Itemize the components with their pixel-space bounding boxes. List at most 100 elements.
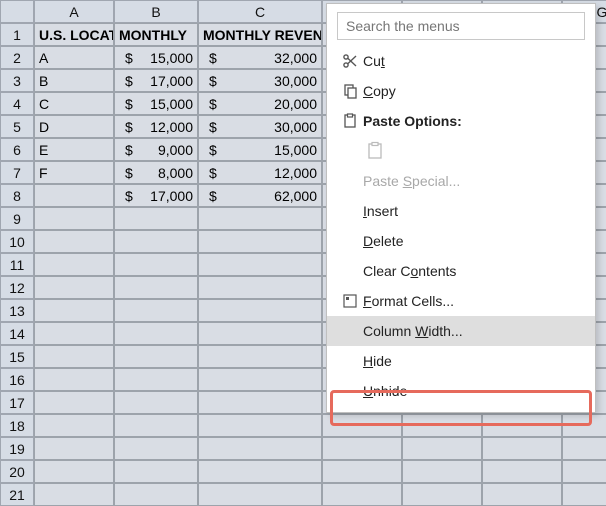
- menu-copy[interactable]: Copy: [327, 76, 595, 106]
- cell[interactable]: [34, 184, 114, 207]
- cell[interactable]: $12,000: [114, 115, 198, 138]
- cell[interactable]: [198, 414, 322, 437]
- row-header[interactable]: 6: [0, 138, 34, 161]
- column-header[interactable]: C: [198, 0, 322, 23]
- menu-clear-contents[interactable]: Clear Contents: [327, 256, 595, 286]
- cell[interactable]: [34, 253, 114, 276]
- cell[interactable]: [482, 414, 562, 437]
- row-header[interactable]: 4: [0, 92, 34, 115]
- cell[interactable]: [34, 207, 114, 230]
- cell[interactable]: [34, 391, 114, 414]
- cell[interactable]: B: [34, 69, 114, 92]
- cell[interactable]: [34, 322, 114, 345]
- cell[interactable]: $8,000: [114, 161, 198, 184]
- row-header[interactable]: 8: [0, 184, 34, 207]
- row-header[interactable]: 21: [0, 483, 34, 506]
- cell[interactable]: [34, 299, 114, 322]
- cell[interactable]: [114, 414, 198, 437]
- cell[interactable]: [114, 322, 198, 345]
- cell[interactable]: [34, 414, 114, 437]
- cell[interactable]: [322, 437, 402, 460]
- cell[interactable]: [114, 230, 198, 253]
- cell[interactable]: [402, 414, 482, 437]
- cell[interactable]: [198, 437, 322, 460]
- cell[interactable]: [114, 207, 198, 230]
- cell[interactable]: [34, 437, 114, 460]
- cell[interactable]: $9,000: [114, 138, 198, 161]
- cell[interactable]: [114, 437, 198, 460]
- cell[interactable]: MONTHLY: [114, 23, 198, 46]
- cell[interactable]: $15,000: [114, 46, 198, 69]
- cell[interactable]: $12,000: [198, 161, 322, 184]
- row-header[interactable]: 12: [0, 276, 34, 299]
- cell[interactable]: [322, 414, 402, 437]
- row-header[interactable]: 14: [0, 322, 34, 345]
- cell[interactable]: [34, 483, 114, 506]
- row-header[interactable]: 1: [0, 23, 34, 46]
- cell[interactable]: [114, 460, 198, 483]
- cell[interactable]: [114, 299, 198, 322]
- cell[interactable]: U.S. LOCATIONS: [34, 23, 114, 46]
- menu-insert[interactable]: Insert: [327, 196, 595, 226]
- cell[interactable]: $15,000: [114, 92, 198, 115]
- cell[interactable]: [34, 460, 114, 483]
- cell[interactable]: [34, 276, 114, 299]
- cell[interactable]: [402, 437, 482, 460]
- row-header[interactable]: 9: [0, 207, 34, 230]
- cell[interactable]: [562, 437, 606, 460]
- menu-format-cells[interactable]: Format Cells...: [327, 286, 595, 316]
- cell[interactable]: $30,000: [198, 115, 322, 138]
- cell[interactable]: [198, 391, 322, 414]
- cell[interactable]: $20,000: [198, 92, 322, 115]
- menu-search-input[interactable]: Search the menus: [337, 12, 585, 40]
- menu-column-width[interactable]: Column Width...: [327, 316, 595, 346]
- cell[interactable]: [34, 368, 114, 391]
- cell[interactable]: [198, 345, 322, 368]
- cell[interactable]: [198, 253, 322, 276]
- row-header[interactable]: 11: [0, 253, 34, 276]
- cell[interactable]: A: [34, 46, 114, 69]
- cell[interactable]: [114, 391, 198, 414]
- menu-paste-default[interactable]: [327, 136, 595, 166]
- select-all-corner[interactable]: [0, 0, 34, 23]
- row-header[interactable]: 16: [0, 368, 34, 391]
- cell[interactable]: [402, 460, 482, 483]
- cell[interactable]: $15,000: [198, 138, 322, 161]
- cell[interactable]: [562, 460, 606, 483]
- cell[interactable]: [562, 414, 606, 437]
- cell[interactable]: $32,000: [198, 46, 322, 69]
- cell[interactable]: [322, 483, 402, 506]
- row-header[interactable]: 5: [0, 115, 34, 138]
- cell[interactable]: [198, 230, 322, 253]
- cell[interactable]: [114, 345, 198, 368]
- row-header[interactable]: 2: [0, 46, 34, 69]
- menu-cut[interactable]: Cut: [327, 46, 595, 76]
- cell[interactable]: [322, 460, 402, 483]
- cell[interactable]: [198, 207, 322, 230]
- cell[interactable]: [198, 276, 322, 299]
- row-header[interactable]: 17: [0, 391, 34, 414]
- cell[interactable]: [114, 276, 198, 299]
- cell[interactable]: [562, 483, 606, 506]
- cell[interactable]: D: [34, 115, 114, 138]
- cell[interactable]: C: [34, 92, 114, 115]
- cell[interactable]: [198, 299, 322, 322]
- row-header[interactable]: 13: [0, 299, 34, 322]
- row-header[interactable]: 20: [0, 460, 34, 483]
- column-header[interactable]: B: [114, 0, 198, 23]
- cell[interactable]: MONTHLY REVENUE: [198, 23, 322, 46]
- row-header[interactable]: 7: [0, 161, 34, 184]
- row-header[interactable]: 19: [0, 437, 34, 460]
- cell[interactable]: [198, 483, 322, 506]
- cell[interactable]: [402, 483, 482, 506]
- row-header[interactable]: 18: [0, 414, 34, 437]
- row-header[interactable]: 3: [0, 69, 34, 92]
- cell[interactable]: [114, 368, 198, 391]
- menu-hide[interactable]: Hide: [327, 346, 595, 376]
- menu-delete[interactable]: Delete: [327, 226, 595, 256]
- cell[interactable]: $62,000: [198, 184, 322, 207]
- cell[interactable]: $17,000: [114, 184, 198, 207]
- row-header[interactable]: 10: [0, 230, 34, 253]
- cell[interactable]: $17,000: [114, 69, 198, 92]
- cell[interactable]: $30,000: [198, 69, 322, 92]
